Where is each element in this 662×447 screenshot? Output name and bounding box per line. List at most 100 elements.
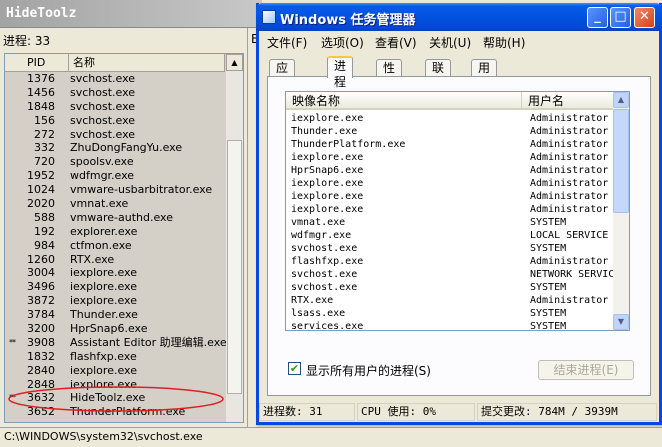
table-row[interactable]: 1376 svchost.exe <box>5 72 225 86</box>
table-row[interactable]: ** 3632 HideToolz.exe <box>5 391 225 405</box>
menu-file[interactable]: 文件(F) <box>267 34 307 51</box>
table-row[interactable]: ** 3908 Assistant Editor 助理编辑.exe <box>5 336 227 350</box>
row-pid: 3200 <box>27 322 55 336</box>
row-user-name: SYSTEM <box>530 243 567 254</box>
row-image-name: svchost.exe <box>291 243 358 254</box>
scroll-up-arrow-icon[interactable]: ▲ <box>226 54 243 71</box>
column-header-user-name[interactable]: 用户名 <box>522 92 614 110</box>
row-process-name: svchost.exe <box>70 99 136 113</box>
table-row[interactable]: 272 svchost.exe <box>5 128 225 142</box>
table-row[interactable]: ThunderPlatform.exe Administrator <box>286 138 614 151</box>
table-row[interactable]: 332 ZhuDongFangYu.exe <box>5 141 225 155</box>
table-row[interactable]: iexplore.exe Administrator <box>286 190 614 203</box>
menu-view[interactable]: 查看(V) <box>375 34 417 51</box>
table-row[interactable]: 192 explorer.exe <box>5 225 225 239</box>
end-process-button[interactable]: 结束进程(E) <box>538 360 634 380</box>
table-row[interactable]: 1832 flashfxp.exe <box>5 350 225 364</box>
table-row[interactable]: vmnat.exe SYSTEM <box>286 216 614 229</box>
tab-processes[interactable]: 进程 <box>327 56 354 89</box>
table-row[interactable]: wdfmgr.exe LOCAL SERVICE <box>286 229 614 242</box>
table-row[interactable]: iexplore.exe Administrator <box>286 177 614 190</box>
table-row[interactable]: 1024 vmware-usbarbitrator.exe <box>5 183 225 197</box>
row-process-name: vmnat.exe <box>70 197 129 211</box>
table-row[interactable]: 2848 iexplore.exe <box>5 378 225 392</box>
table-row[interactable]: 156 svchost.exe <box>5 114 225 128</box>
row-pid: 3004 <box>27 266 55 280</box>
table-row[interactable]: 2840 iexplore.exe <box>5 364 225 378</box>
row-pid: 3496 <box>27 280 55 294</box>
row-user-name: SYSTEM <box>530 321 567 331</box>
table-row[interactable]: 1848 svchost.exe <box>5 100 225 114</box>
hidetoolz-process-list[interactable]: PID 名称 1376 svchost.exe 1456 svchost.exe 184… <box>4 53 244 423</box>
column-header-pid[interactable]: PID <box>5 54 69 72</box>
table-row[interactable]: 3496 iexplore.exe <box>5 280 225 294</box>
table-row[interactable]: 3784 Thunder.exe <box>5 308 225 322</box>
row-pid: 588 <box>34 210 55 224</box>
tab-applications[interactable]: 应用程序 <box>269 59 296 123</box>
hidetoolz-titlebar[interactable]: HideToolz <box>0 0 262 28</box>
table-row[interactable]: 1952 wdfmgr.exe <box>5 169 225 183</box>
row-pid: 3632 <box>27 391 55 405</box>
scroll-thumb[interactable] <box>227 140 242 394</box>
table-row[interactable]: 3652 ThunderPlatform.exe <box>5 405 225 419</box>
table-row[interactable]: svchost.exe NETWORK SERVICE <box>286 268 620 281</box>
row-process-name: svchost.exe <box>70 127 136 141</box>
status-commit-charge: 提交更改: 784M / 3939M <box>477 403 657 421</box>
scroll-down-arrow-icon[interactable]: ▼ <box>613 314 629 330</box>
tab-performance[interactable]: 性能 <box>376 59 403 91</box>
close-button[interactable]: ✕ <box>634 7 655 28</box>
row-process-name: Thunder.exe <box>70 308 138 322</box>
row-user-name: SYSTEM <box>530 282 567 293</box>
table-row[interactable]: iexplore.exe Administrator <box>286 112 614 125</box>
tab-networking[interactable]: 联网 <box>425 59 452 91</box>
task-manager-process-list[interactable]: 映像名称 用户名 iexplore.exe Administrator Thunde… <box>285 91 630 331</box>
column-header-name[interactable]: 名称 <box>69 54 225 72</box>
menu-shutdown[interactable]: 关机(U) <box>429 34 471 51</box>
table-row[interactable]: services.exe SYSTEM <box>286 320 614 331</box>
tab-users[interactable]: 用户 <box>471 59 498 91</box>
scroll-thumb[interactable] <box>613 109 629 213</box>
row-pid: 332 <box>34 141 55 155</box>
table-row[interactable]: RTX.exe Administrator <box>286 294 614 307</box>
table-row[interactable]: 3200 HprSnap6.exe <box>5 322 225 336</box>
show-all-users-label[interactable]: 显示所有用户的进程(S) <box>306 362 431 379</box>
scroll-up-arrow-icon[interactable]: ▲ <box>613 92 629 108</box>
row-process-name: flashfxp.exe <box>70 349 137 363</box>
row-user-name: Administrator <box>530 139 609 150</box>
table-row[interactable]: Thunder.exe Administrator <box>286 125 614 138</box>
row-pid: 3652 <box>27 405 55 419</box>
task-manager-rows: iexplore.exe Administrator Thunder.exe Admi… <box>286 112 620 331</box>
selected-process-path: C:\WINDOWS\system32\svchost.exe <box>4 430 203 443</box>
table-row[interactable]: iexplore.exe Administrator <box>286 151 614 164</box>
row-image-name: wdfmgr.exe <box>291 230 352 241</box>
table-row[interactable]: 3872 iexplore.exe <box>5 294 225 308</box>
row-pid: 1832 <box>27 349 55 363</box>
table-row[interactable]: 1456 svchost.exe <box>5 86 225 100</box>
hidetoolz-list-header: PID 名称 <box>5 54 225 72</box>
checkbox-check-icon[interactable]: ✔ <box>288 362 301 375</box>
task-manager-scrollbar[interactable]: ▲ ▼ <box>613 92 629 330</box>
maximize-button[interactable]: □ <box>610 7 631 28</box>
table-row[interactable]: 984 ctfmon.exe <box>5 239 225 253</box>
table-row[interactable]: 588 vmware-authd.exe <box>5 211 225 225</box>
table-row[interactable]: iexplore.exe Administrator <box>286 203 614 216</box>
row-pid: 3784 <box>27 308 55 322</box>
menu-options[interactable]: 选项(O) <box>321 34 364 51</box>
table-row[interactable]: lsass.exe SYSTEM <box>286 307 614 320</box>
minimize-button[interactable]: _ <box>587 7 608 28</box>
column-header-image-name[interactable]: 映像名称 <box>286 92 522 110</box>
table-row[interactable]: 2020 vmnat.exe <box>5 197 225 211</box>
table-row[interactable]: flashfxp.exe Administrator <box>286 255 614 268</box>
table-row[interactable]: 720 spoolsv.exe <box>5 155 225 169</box>
table-row[interactable]: svchost.exe SYSTEM <box>286 242 614 255</box>
row-pid: 272 <box>34 127 55 141</box>
table-row[interactable]: svchost.exe SYSTEM <box>286 281 614 294</box>
menu-help[interactable]: 帮助(H) <box>483 34 525 51</box>
table-row[interactable]: HprSnap6.exe Administrator <box>286 164 614 177</box>
hidetoolz-scrollbar[interactable]: ▲ <box>226 54 243 422</box>
table-row[interactable]: 3004 iexplore.exe <box>5 266 225 280</box>
row-user-name: LOCAL SERVICE <box>530 230 609 241</box>
task-manager-titlebar[interactable]: Windows 任务管理器 _ □ ✕ <box>256 3 662 31</box>
row-pid: 720 <box>34 155 55 169</box>
table-row[interactable]: 1260 RTX.exe <box>5 253 225 267</box>
